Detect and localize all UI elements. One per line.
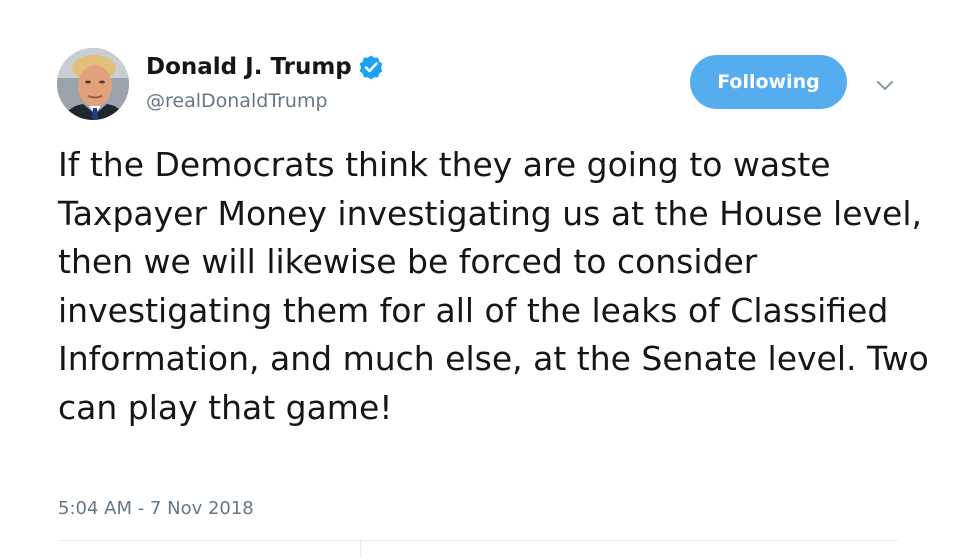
avatar[interactable] bbox=[57, 48, 129, 120]
avatar-image bbox=[57, 48, 129, 120]
following-button[interactable]: Following bbox=[690, 55, 847, 109]
tweet-card: Donald J. Trump @realDonaldTrump Followi… bbox=[0, 0, 957, 557]
tweet-timestamp[interactable]: 5:04 AM - 7 Nov 2018 bbox=[58, 496, 254, 522]
chevron-down-icon[interactable] bbox=[874, 74, 896, 96]
verified-badge-icon bbox=[359, 55, 383, 80]
divider bbox=[58, 540, 898, 541]
tweet-text: If the Democrats think they are going to… bbox=[58, 145, 929, 427]
stats-divider bbox=[360, 541, 361, 557]
author-name[interactable]: Donald J. Trump bbox=[146, 52, 352, 82]
author-handle[interactable]: @realDonaldTrump bbox=[146, 88, 328, 114]
